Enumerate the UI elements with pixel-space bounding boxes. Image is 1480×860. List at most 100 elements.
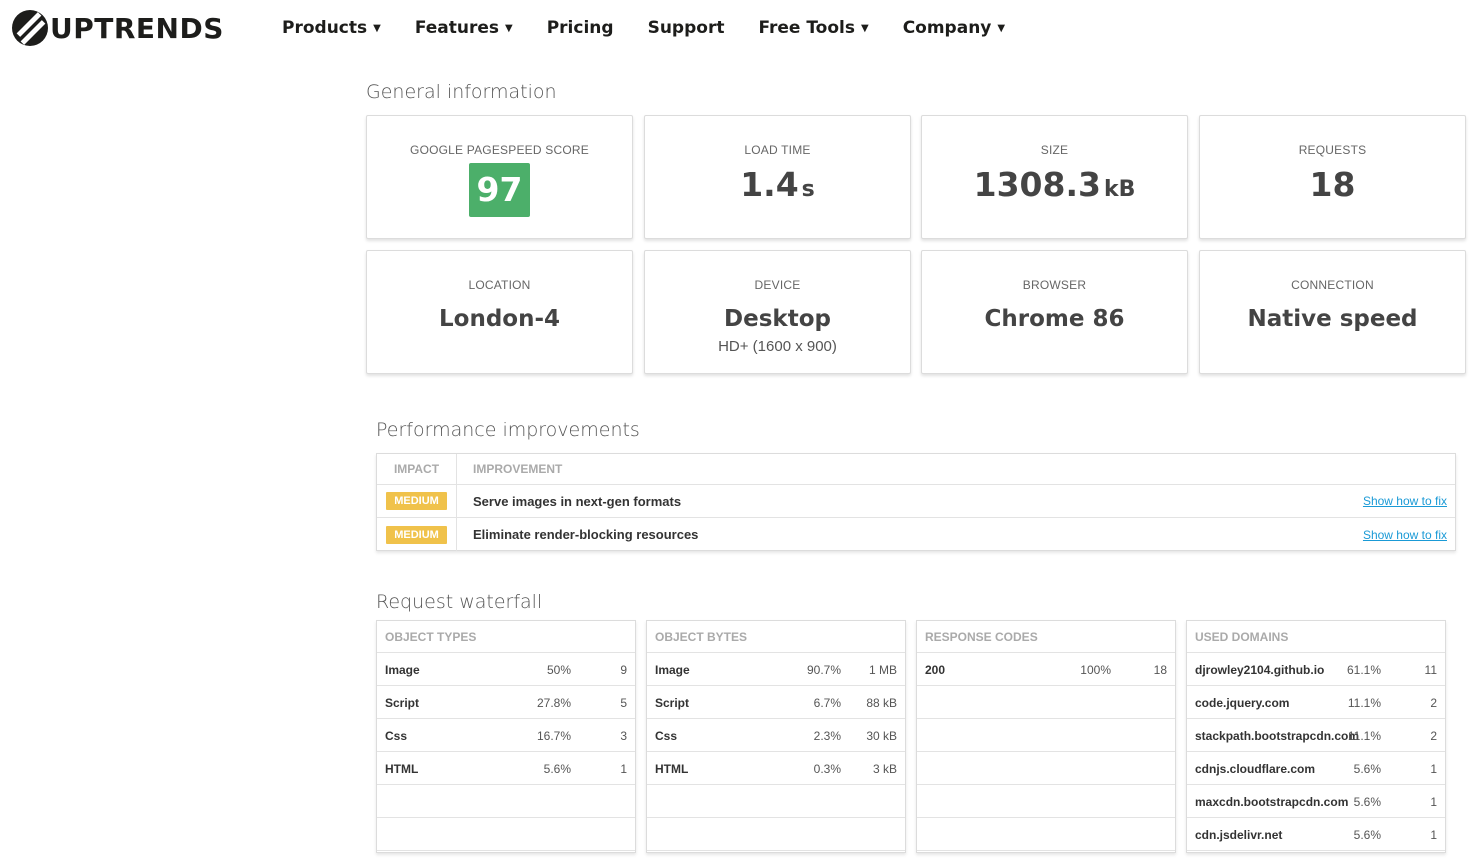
performance-table: IMPACT IMPROVEMENT MEDIUM Serve images i… <box>376 453 1456 551</box>
card-label: REQUESTS <box>1298 143 1367 157</box>
value-unit: s <box>801 177 815 202</box>
table-row: Script 27.8% 5 <box>377 686 635 719</box>
row-name: Script <box>655 696 690 710</box>
nav-label: Company <box>902 18 992 38</box>
table-row: HTML 5.6% 1 <box>377 752 635 785</box>
row-size: 1 MB <box>868 663 897 677</box>
location-value: London-4 <box>438 306 561 332</box>
table-header: OBJECT TYPES <box>377 621 635 653</box>
row-percent: 50% <box>546 663 571 677</box>
empty-row <box>917 719 1175 752</box>
nav-label: Pricing <box>546 18 614 38</box>
performance-improvements-title: Performance improvements <box>376 419 640 441</box>
row-count: 1 <box>620 762 627 776</box>
domain-name: djrowley2104.github.io <box>1195 663 1325 677</box>
row-percent: 11.1% <box>1347 729 1381 743</box>
value-number: 1308.3 <box>973 165 1101 204</box>
table-row: 200 100% 18 <box>917 653 1175 686</box>
row-percent: 2.3% <box>813 729 841 743</box>
table-row: Image 50% 9 <box>377 653 635 686</box>
table-header: RESPONSE CODES <box>917 621 1175 653</box>
impact-cell: MEDIUM <box>377 485 457 517</box>
card-label: BROWSER <box>1022 278 1087 292</box>
card-label: LOCATION <box>468 278 531 292</box>
nav-features[interactable]: Features ▼ <box>415 18 513 38</box>
empty-row <box>377 785 635 818</box>
domain-name: stackpath.bootstrapcdn.com <box>1195 729 1360 743</box>
table-row: code.jquery.com 11.1% 2 <box>1187 686 1445 719</box>
device-resolution: HD+ (1600 x 900) <box>718 338 837 355</box>
column-header-improvement: IMPROVEMENT <box>473 462 563 476</box>
row-count: 2 <box>1430 729 1437 743</box>
row-name: HTML <box>655 762 689 776</box>
domain-name: cdnjs.cloudflare.com <box>1195 762 1316 776</box>
row-count: 1 <box>1430 828 1437 842</box>
impact-cell: MEDIUM <box>377 518 457 551</box>
row-name: Image <box>385 663 420 677</box>
empty-row <box>647 785 905 818</box>
nav-label: Products <box>282 18 368 38</box>
table-row: Image 90.7% 1 MB <box>647 653 905 686</box>
table-row: Script 6.7% 88 kB <box>647 686 905 719</box>
chevron-down-icon: ▼ <box>997 22 1006 34</box>
card-label: DEVICE <box>754 278 801 292</box>
requests-card: REQUESTS 18 <box>1199 115 1466 239</box>
table-row: Css 16.7% 3 <box>377 719 635 752</box>
row-size: 3 kB <box>872 762 897 776</box>
object-bytes-table: OBJECT BYTES Image 90.7% 1 MB Script 6.7% 88… <box>646 620 906 853</box>
domain-name: cdn.jsdelivr.net <box>1195 828 1283 842</box>
table-row: MEDIUM Eliminate render-blocking resourc… <box>377 518 1455 551</box>
table-header: OBJECT BYTES <box>647 621 905 653</box>
object-types-table: OBJECT TYPES Image 50% 9 Script 27.8% 5 Css 1… <box>376 620 636 853</box>
table-header: USED DOMAINS <box>1187 621 1445 653</box>
load-time-card: LOAD TIME 1.4 s <box>644 115 911 239</box>
logo-mark-icon <box>12 10 48 46</box>
row-count: 1 <box>1430 762 1437 776</box>
requests-value: 18 <box>1309 165 1356 204</box>
row-name: Script <box>385 696 420 710</box>
size-card: SIZE 1308.3 kB <box>921 115 1188 239</box>
show-how-to-fix-link[interactable]: Show how to fix <box>1363 494 1447 508</box>
row-size: 30 kB <box>866 729 897 743</box>
column-header-impact: IMPACT <box>377 454 457 484</box>
chevron-down-icon: ▼ <box>505 22 513 34</box>
nav-free-tools[interactable]: Free Tools ▼ <box>758 18 868 38</box>
improvement-text: Serve images in next-gen formats <box>473 493 682 509</box>
table-row: cdnjs.cloudflare.com 5.6% 1 <box>1187 752 1445 785</box>
row-name: Css <box>655 729 678 743</box>
nav-label: Support <box>647 18 725 38</box>
row-count: 2 <box>1430 696 1437 710</box>
empty-row <box>917 785 1175 818</box>
empty-row <box>917 752 1175 785</box>
row-count: 3 <box>620 729 627 743</box>
show-how-to-fix-link[interactable]: Show how to fix <box>1363 528 1447 542</box>
row-percent: 0.3% <box>813 762 841 776</box>
row-count: 18 <box>1153 663 1167 677</box>
table-header: IMPACT IMPROVEMENT <box>377 454 1455 485</box>
uptrends-logo[interactable]: UPTRENDS <box>12 10 224 46</box>
pagespeed-score-card: GOOGLE PAGESPEED SCORE 97 <box>366 115 633 239</box>
general-information-title: General information <box>366 81 557 103</box>
used-domains-table: USED DOMAINS djrowley2104.github.io 61.1%… <box>1186 620 1446 853</box>
row-percent: 5.6% <box>1353 762 1381 776</box>
row-percent: 5.6% <box>1353 828 1381 842</box>
response-codes-table: RESPONSE CODES 200 100% 18 <box>916 620 1176 853</box>
nav-pricing[interactable]: Pricing <box>547 18 614 38</box>
card-label: LOAD TIME <box>744 143 811 157</box>
nav-support[interactable]: Support <box>648 18 725 38</box>
pagespeed-score-badge: 97 <box>469 163 530 217</box>
card-label: GOOGLE PAGESPEED SCORE <box>410 143 589 157</box>
row-percent: 100% <box>1080 663 1111 677</box>
empty-row <box>917 686 1175 719</box>
row-count: 1 <box>1430 795 1437 809</box>
chevron-down-icon: ▼ <box>860 22 869 34</box>
nav-products[interactable]: Products ▼ <box>282 18 381 38</box>
improvement-text: Eliminate render-blocking resources <box>473 527 699 542</box>
empty-row <box>917 818 1175 851</box>
browser-card: BROWSER Chrome 86 <box>921 250 1188 374</box>
row-count: 9 <box>620 663 627 677</box>
request-waterfall-title: Request waterfall <box>376 591 543 613</box>
nav-company[interactable]: Company ▼ <box>903 18 1005 38</box>
value-number: 1.4 <box>740 165 799 204</box>
row-name: Css <box>385 729 408 743</box>
